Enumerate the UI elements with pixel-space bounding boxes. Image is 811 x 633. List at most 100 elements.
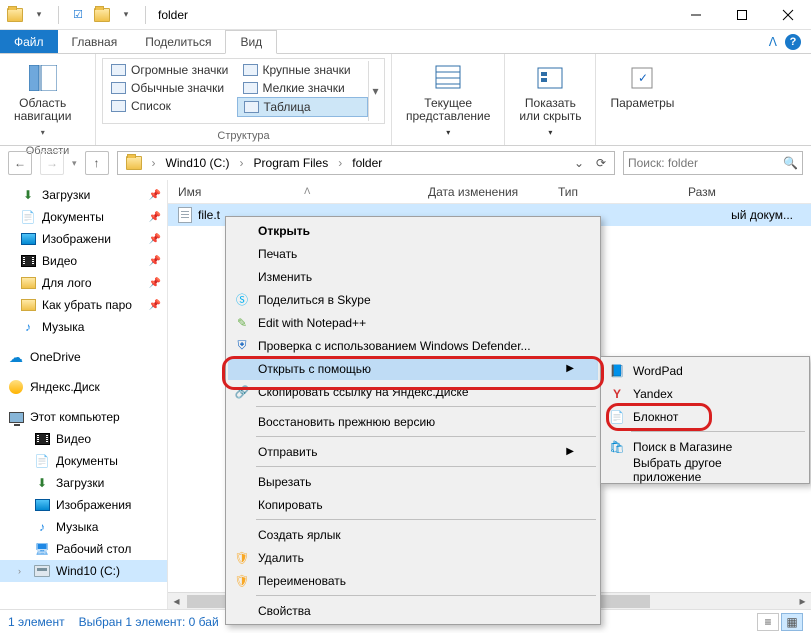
help-icon[interactable]: ?: [785, 34, 801, 50]
search-icon: 🔍: [783, 156, 798, 170]
tab-file[interactable]: Файл: [0, 30, 58, 53]
show-hide-button[interactable]: Показать или скрыть▾: [511, 58, 589, 143]
pc-music[interactable]: ♪Музыка: [0, 516, 167, 538]
ribbon-tabs: Файл Главная Поделиться Вид ᐱ ?: [0, 30, 811, 54]
open-with-submenu: 📘WordPad YYandex 📄Блокнот 🛍Поиск в Магаз…: [600, 356, 810, 484]
status-selection: Выбран 1 элемент: 0 бай: [79, 615, 219, 629]
chevron-right-icon: ▶: [566, 446, 574, 457]
shield-icon: 🛡: [234, 573, 250, 589]
tab-view[interactable]: Вид: [225, 30, 277, 54]
layout-large-icons[interactable]: Крупные значки: [237, 61, 369, 79]
column-headers[interactable]: Имяᐱ Дата изменения Тип Разм: [168, 180, 811, 204]
address-bar: ← → ▾ ↑ › Wind10 (C:) › Program Files › …: [0, 146, 811, 180]
sub-notepad[interactable]: 📄Блокнот: [603, 405, 807, 428]
skype-icon: Ⓢ: [234, 292, 250, 308]
titlebar: ▾ ☑ ▾ folder: [0, 0, 811, 30]
pc-videos[interactable]: Видео: [0, 428, 167, 450]
svg-text:✓: ✓: [638, 71, 648, 85]
back-button[interactable]: ←: [8, 151, 32, 175]
view-icons-button[interactable]: ▦: [781, 613, 803, 631]
tab-home[interactable]: Главная: [58, 30, 132, 53]
refresh-button[interactable]: ⟳: [590, 152, 612, 174]
yandex-disk[interactable]: Яндекс.Диск: [0, 376, 167, 398]
notepadpp-icon: ✎: [234, 315, 250, 331]
pc-downloads[interactable]: ⬇Загрузки: [0, 472, 167, 494]
navigation-pane-button[interactable]: Область навигации ▾: [6, 58, 79, 143]
folder-icon: [4, 4, 26, 26]
quick-videos[interactable]: Видео📌: [0, 250, 167, 272]
quick-logo[interactable]: Для лого📌: [0, 272, 167, 294]
quick-documents[interactable]: 📄Документы📌: [0, 206, 167, 228]
nav-pane: ⬇Загрузки📌 📄Документы📌 Изображени📌 Видео…: [0, 180, 168, 609]
sub-wordpad[interactable]: 📘WordPad: [603, 359, 807, 382]
ctx-defender[interactable]: ⛨Проверка с использованием Windows Defen…: [228, 334, 598, 357]
layout-details[interactable]: Таблица: [237, 97, 369, 117]
pc-desktop[interactable]: 🖥Рабочий стол: [0, 538, 167, 560]
quick-downloads[interactable]: ⬇Загрузки📌: [0, 184, 167, 206]
sub-yandex[interactable]: YYandex: [603, 382, 807, 405]
layout-small-icons[interactable]: Мелкие значки: [237, 79, 369, 97]
ctx-copy[interactable]: Копировать: [228, 493, 598, 516]
link-icon: 🔗: [234, 384, 250, 400]
store-icon: 🛍: [609, 439, 625, 455]
ctx-open-with[interactable]: Открыть с помощью▶: [228, 357, 598, 380]
recent-locations[interactable]: ▾: [72, 158, 77, 169]
wordpad-icon: 📘: [609, 363, 625, 379]
notepad-icon: 📄: [609, 409, 625, 425]
options-button[interactable]: ✓ Параметры: [602, 58, 682, 114]
status-count: 1 элемент: [8, 615, 65, 629]
crumb-drive[interactable]: Wind10 (C:): [160, 156, 236, 170]
view-details-button[interactable]: ≡: [757, 613, 779, 631]
folder-icon-2: [91, 4, 113, 26]
layout-medium-icons[interactable]: Обычные значки: [105, 79, 237, 97]
ctx-cut[interactable]: Вырезать: [228, 470, 598, 493]
search-placeholder: Поиск: folder: [628, 156, 779, 170]
tab-share[interactable]: Поделиться: [131, 30, 225, 53]
layout-list[interactable]: Список: [105, 97, 237, 115]
pc-drive-c[interactable]: ›Wind10 (C:): [0, 560, 167, 582]
ctx-open[interactable]: Открыть: [228, 219, 598, 242]
ctx-properties[interactable]: Свойства: [228, 599, 598, 622]
address-input[interactable]: › Wind10 (C:) › Program Files › folder ⌄…: [117, 151, 615, 175]
forward-button[interactable]: →: [40, 151, 64, 175]
quick-pictures[interactable]: Изображени📌: [0, 228, 167, 250]
crumb-folder[interactable]: folder: [346, 156, 388, 170]
ctx-restore[interactable]: Восстановить прежнюю версию: [228, 410, 598, 433]
window-title: folder: [158, 8, 188, 22]
ctx-delete[interactable]: 🛡Удалить: [228, 546, 598, 569]
current-view-button[interactable]: Текущее представление▾: [398, 58, 498, 143]
pc-pictures[interactable]: Изображения: [0, 494, 167, 516]
sub-choose[interactable]: Выбрать другое приложение: [603, 458, 807, 481]
quick-howto[interactable]: Как убрать паро📌: [0, 294, 167, 316]
up-button[interactable]: ↑: [85, 151, 109, 175]
search-input[interactable]: Поиск: folder 🔍: [623, 151, 803, 175]
qat-expand[interactable]: ▾: [115, 4, 137, 26]
qat-dropdown[interactable]: ▾: [28, 4, 50, 26]
minimize-button[interactable]: [673, 0, 719, 30]
layout-gallery-expand[interactable]: ▾: [368, 61, 382, 121]
ctx-edit[interactable]: Изменить: [228, 265, 598, 288]
layout-huge-icons[interactable]: Огромные значки: [105, 61, 237, 79]
qat-properties[interactable]: ☑: [67, 4, 89, 26]
quick-music[interactable]: ♪Музыка: [0, 316, 167, 338]
crumb-programfiles[interactable]: Program Files: [248, 156, 335, 170]
ctx-print[interactable]: Печать: [228, 242, 598, 265]
onedrive[interactable]: ☁OneDrive: [0, 346, 167, 368]
ctx-rename[interactable]: 🛡Переименовать: [228, 569, 598, 592]
sort-indicator: ᐱ: [304, 186, 310, 197]
ctx-notepadpp[interactable]: ✎Edit with Notepad++: [228, 311, 598, 334]
ctx-shortcut[interactable]: Создать ярлык: [228, 523, 598, 546]
pc-documents[interactable]: 📄Документы: [0, 450, 167, 472]
yandex-icon: Y: [609, 386, 625, 402]
drive-icon: [126, 156, 142, 170]
ctx-sendto[interactable]: Отправить▶: [228, 440, 598, 463]
chevron-right-icon: ▶: [566, 363, 574, 374]
collapse-ribbon-icon[interactable]: ᐱ: [769, 35, 777, 49]
ctx-skype[interactable]: ⓈПоделиться в Skype: [228, 288, 598, 311]
text-file-icon: [178, 207, 192, 223]
close-button[interactable]: [765, 0, 811, 30]
address-dropdown[interactable]: ⌄: [568, 152, 590, 174]
this-pc[interactable]: Этот компьютер: [0, 406, 167, 428]
maximize-button[interactable]: [719, 0, 765, 30]
ctx-yandex-link[interactable]: 🔗Скопировать ссылку на Яндекс.Диске: [228, 380, 598, 403]
